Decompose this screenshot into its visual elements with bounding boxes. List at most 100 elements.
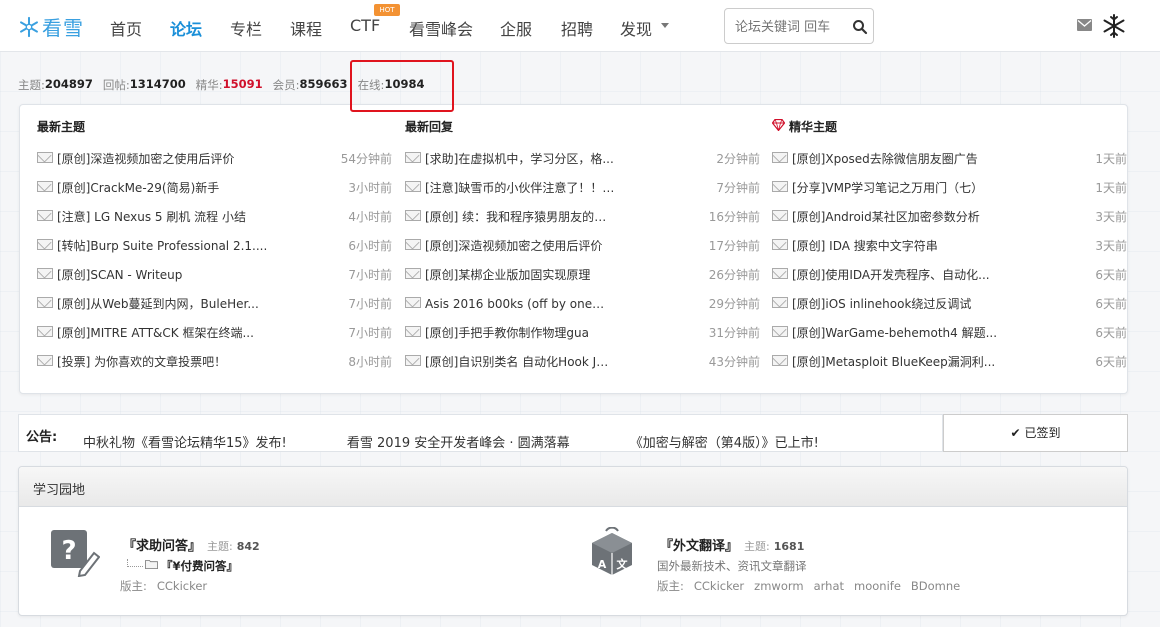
topic-title[interactable]: [转帖]Burp Suite Professional 2.1.... bbox=[57, 237, 267, 254]
topic-row[interactable]: [原创]深造视频加密之使用后评价 54分钟前 bbox=[37, 148, 392, 168]
study-title: 学习园地 bbox=[33, 483, 86, 498]
topic-row[interactable]: [原创]Android某社区加密参数分析 3天前 bbox=[772, 206, 1127, 226]
topic-title[interactable]: [原创]某梆企业版加固实现原理 bbox=[425, 266, 590, 283]
forum-title-translation[interactable]: 『外文翻译』 主题: 1681 bbox=[660, 535, 804, 554]
moderator-link[interactable]: zmworm bbox=[754, 579, 803, 593]
topic-title[interactable]: [求助]在虚拟机中，学习分区，格... bbox=[425, 150, 614, 167]
topic-row[interactable]: [原创] 续：我和程序猿男朋友的爱... 16分钟前 bbox=[405, 206, 760, 226]
topic-row[interactable]: [原创]从Web蔓延到内网，BuleHer... 7小时前 bbox=[37, 293, 392, 313]
envelope-icon bbox=[405, 239, 421, 250]
forum-desc-translation: 国外最新技术、资讯文章翻译 bbox=[657, 559, 807, 573]
forum-title-qa[interactable]: 『求助问答』 主题: 842 bbox=[123, 535, 260, 554]
nav-column[interactable]: 专栏 bbox=[230, 16, 262, 40]
topic-title[interactable]: [原创]Metasploit BlueKeep漏洞利... bbox=[792, 353, 995, 370]
signed-in-button[interactable]: ✔ 已签到 bbox=[943, 414, 1128, 452]
topic-title[interactable]: [原创]从Web蔓延到内网，BuleHer... bbox=[57, 295, 259, 312]
nav-forum[interactable]: 论坛 bbox=[170, 16, 202, 40]
topic-row[interactable]: [原创]Xposed去除微信朋友圈广告 1天前 bbox=[772, 148, 1127, 168]
envelope-icon bbox=[772, 152, 788, 163]
moderator-link[interactable]: CCkicker bbox=[694, 579, 744, 593]
signed-label: 已签到 bbox=[1024, 426, 1061, 440]
topic-time: 3天前 bbox=[1095, 210, 1127, 224]
moderators-qa: 版主: CCkicker bbox=[120, 579, 208, 593]
topic-row[interactable]: [转帖]Burp Suite Professional 2.1.... 6小时前 bbox=[37, 235, 392, 255]
moderator-link[interactable]: CCkicker bbox=[157, 579, 207, 593]
notice-item[interactable]: 看雪 2019 安全开发者峰会 · 圆满落幕 bbox=[347, 436, 570, 451]
topic-title[interactable]: [注意] LG Nexus 5 刷机 流程 小结 bbox=[57, 208, 246, 225]
topic-title[interactable]: [原创]WarGame-behemoth4 解题... bbox=[792, 324, 997, 341]
search-input[interactable] bbox=[735, 18, 845, 36]
topic-title[interactable]: [原创]Xposed去除微信朋友圈广告 bbox=[792, 150, 978, 167]
topic-row[interactable]: [投票] 为你喜欢的文章投票吧！ 8小时前 bbox=[37, 351, 392, 371]
topic-time: 7分钟前 bbox=[716, 181, 760, 195]
nav-discover[interactable]: 发现 bbox=[620, 16, 652, 40]
topic-time: 6小时前 bbox=[348, 239, 392, 253]
moderator-link[interactable]: BDomne bbox=[911, 579, 960, 593]
topic-title[interactable]: [原创]自识别类名 自动化Hook Jus... bbox=[425, 353, 615, 370]
topic-row[interactable]: [原创]SCAN - Writeup 7小时前 bbox=[37, 264, 392, 284]
envelope-icon bbox=[405, 355, 421, 366]
topic-title[interactable]: [原创]使用IDA开发壳程序、自动化... bbox=[792, 266, 990, 283]
topic-title[interactable]: [原创]CrackMe-29(简易)新手 bbox=[57, 179, 219, 196]
topic-row[interactable]: [原创]使用IDA开发壳程序、自动化... 6天前 bbox=[772, 264, 1127, 284]
topic-row[interactable]: [原创]iOS inlinehook绕过反调试 6天前 bbox=[772, 293, 1127, 313]
question-board-icon[interactable]: ? bbox=[50, 527, 100, 577]
topic-time: 6天前 bbox=[1095, 355, 1127, 369]
snowflake-user-icon[interactable] bbox=[1102, 14, 1126, 38]
notice-item[interactable]: 《加密与解密（第4版）》已上市! bbox=[630, 436, 819, 451]
nav-home[interactable]: 首页 bbox=[110, 16, 142, 40]
topic-row[interactable]: [原创]WarGame-behemoth4 解题... 6天前 bbox=[772, 322, 1127, 342]
nav-jobs[interactable]: 招聘 bbox=[561, 16, 593, 40]
topics-count: 204897 bbox=[44, 77, 93, 91]
topic-row[interactable]: [求助]在虚拟机中，学习分区，格... 2分钟前 bbox=[405, 148, 760, 168]
topic-title[interactable]: [原创] 续：我和程序猿男朋友的爱... bbox=[425, 208, 615, 225]
topic-row[interactable]: [原创]深造视频加密之使用后评价 17分钟前 bbox=[405, 235, 760, 255]
topic-time: 7小时前 bbox=[348, 268, 392, 282]
topic-row[interactable]: [注意] LG Nexus 5 刷机 流程 小结 4小时前 bbox=[37, 206, 392, 226]
topic-title[interactable]: [原创]iOS inlinehook绕过反调试 bbox=[792, 295, 971, 312]
moderator-link[interactable]: arhat bbox=[814, 579, 844, 593]
topic-time: 2分钟前 bbox=[716, 152, 760, 166]
tree-line bbox=[127, 559, 143, 567]
topic-row[interactable]: [原创]CrackMe-29(简易)新手 3小时前 bbox=[37, 177, 392, 197]
search-box bbox=[724, 8, 874, 44]
topic-time: 1天前 bbox=[1095, 152, 1127, 166]
mail-icon[interactable] bbox=[1077, 19, 1092, 31]
latest-panel: 最新主题 [原创]深造视频加密之使用后评价 54分钟前 [原创]CrackMe-29… bbox=[19, 104, 1128, 394]
moderator-link[interactable]: moonife bbox=[854, 579, 901, 593]
notice-item[interactable]: 中秋礼物《看雪论坛精华15》发布! bbox=[83, 436, 287, 451]
topic-title[interactable]: [原创]SCAN - Writeup bbox=[57, 266, 182, 283]
topic-title[interactable]: [原创]Android某社区加密参数分析 bbox=[792, 208, 980, 225]
topic-title[interactable]: [原创]深造视频加密之使用后评价 bbox=[425, 237, 602, 254]
nav-ctf[interactable]: CTF bbox=[350, 16, 380, 35]
translate-board-icon[interactable]: A 文 bbox=[587, 527, 637, 577]
topic-row[interactable]: Asis 2016 b00ks (off by one利用) 29分钟前 bbox=[405, 293, 760, 313]
topic-row[interactable]: [注意]缺雪币的小伙伴注意了！！ ... 7分钟前 bbox=[405, 177, 760, 197]
topic-title[interactable]: [原创] IDA 搜索中文字符串 bbox=[792, 237, 938, 254]
topic-row[interactable]: [原创]某梆企业版加固实现原理 26分钟前 bbox=[405, 264, 760, 284]
subforum-paid-qa[interactable]: 『¥付费问答』 bbox=[161, 558, 238, 574]
topic-row[interactable]: [原创] IDA 搜索中文字符串 3天前 bbox=[772, 235, 1127, 255]
topic-row[interactable]: [原创]MITRE ATT&CK 框架在终端... 7小时前 bbox=[37, 322, 392, 342]
topic-time: 6天前 bbox=[1095, 326, 1127, 340]
nav-courses[interactable]: 课程 bbox=[290, 16, 322, 40]
topic-row[interactable]: [原创]Metasploit BlueKeep漏洞利... 6天前 bbox=[772, 351, 1127, 371]
topic-title[interactable]: [投票] 为你喜欢的文章投票吧！ bbox=[57, 353, 226, 370]
topic-time: 3天前 bbox=[1095, 239, 1127, 253]
topic-row[interactable]: [分享]VMP学习笔记之万用门（七） 1天前 bbox=[772, 177, 1127, 197]
topic-title[interactable]: [原创]手把手教你制作物理gua bbox=[425, 324, 589, 341]
topic-title[interactable]: [原创]MITRE ATT&CK 框架在终端... bbox=[57, 324, 254, 341]
nav-summit[interactable]: 看雪峰会 bbox=[409, 16, 473, 40]
topic-row[interactable]: [原创]手把手教你制作物理gua 31分钟前 bbox=[405, 322, 760, 342]
logo[interactable]: 看雪 bbox=[18, 12, 84, 41]
search-icon[interactable] bbox=[852, 19, 868, 35]
topic-title[interactable]: [分享]VMP学习笔记之万用门（七） bbox=[792, 179, 983, 196]
envelope-icon bbox=[37, 239, 53, 250]
topic-title[interactable]: Asis 2016 b00ks (off by one利用) bbox=[425, 295, 615, 312]
topic-title[interactable]: [原创]深造视频加密之使用后评价 bbox=[57, 150, 234, 167]
topic-title[interactable]: [注意]缺雪币的小伙伴注意了！！ ... bbox=[425, 179, 615, 196]
envelope-icon bbox=[37, 297, 53, 308]
topic-row[interactable]: [原创]自识别类名 自动化Hook Jus... 43分钟前 bbox=[405, 351, 760, 371]
nav-enterprise[interactable]: 企服 bbox=[500, 16, 532, 40]
envelope-icon bbox=[405, 210, 421, 221]
